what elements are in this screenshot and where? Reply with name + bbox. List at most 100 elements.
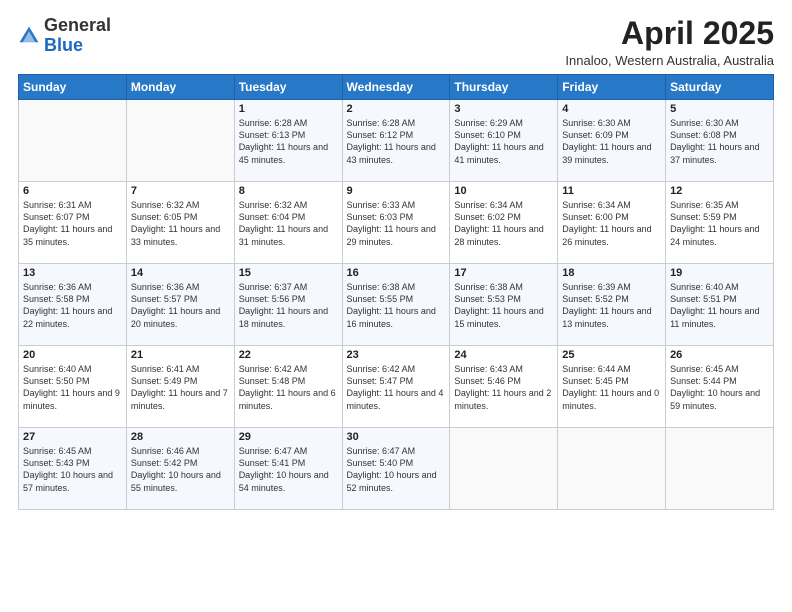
- day-number: 19: [670, 267, 769, 279]
- day-number: 30: [347, 431, 446, 443]
- calendar-cell: 27Sunrise: 6:45 AM Sunset: 5:43 PM Dayli…: [19, 428, 127, 510]
- day-number: 15: [239, 267, 338, 279]
- day-info: Sunrise: 6:31 AM Sunset: 6:07 PM Dayligh…: [23, 199, 122, 248]
- day-info: Sunrise: 6:43 AM Sunset: 5:46 PM Dayligh…: [454, 363, 553, 412]
- calendar-cell: 26 Sunrise: 6:45 AM Sunset: 5:44 PM Dayli…: [666, 346, 774, 428]
- calendar-cell: 8 Sunrise: 6:32 AM Sunset: 6:04 PM Daylig…: [234, 182, 342, 264]
- day-number: 22: [239, 349, 338, 361]
- calendar-cell: 11 Sunrise: 6:34 AM Sunset: 6:00 PM Dayli…: [558, 182, 666, 264]
- day-number: 29: [239, 431, 338, 443]
- logo: General Blue: [18, 16, 111, 56]
- calendar-cell: 2 Sunrise: 6:28 AM Sunset: 6:12 PM Daylig…: [342, 100, 450, 182]
- day-info: Sunrise: 6:32 AM Sunset: 6:05 PM Dayligh…: [131, 199, 230, 248]
- day-number: 3: [454, 103, 553, 115]
- day-number: 27: [23, 431, 122, 443]
- day-info: Sunrise: 6:42 AM Sunset: 5:48 PM Dayligh…: [239, 363, 338, 412]
- day-number: 4: [562, 103, 661, 115]
- day-info: Sunrise: 6:39 AM Sunset: 5:52 PM Dayligh…: [562, 281, 661, 330]
- day-info: Sunrise: 6:36 AM Sunset: 5:57 PM Dayligh…: [131, 281, 230, 330]
- month-title: April 2025: [565, 16, 774, 51]
- day-number: 17: [454, 267, 553, 279]
- week-row-5: 27Sunrise: 6:45 AM Sunset: 5:43 PM Dayli…: [19, 428, 774, 510]
- col-thursday: Thursday: [450, 75, 558, 100]
- day-info: Sunrise: 6:47 AM Sunset: 5:41 PM Dayligh…: [239, 445, 338, 494]
- calendar-cell: 21Sunrise: 6:41 AM Sunset: 5:49 PM Dayli…: [126, 346, 234, 428]
- calendar-cell: 13Sunrise: 6:36 AM Sunset: 5:58 PM Dayli…: [19, 264, 127, 346]
- day-number: 13: [23, 267, 122, 279]
- week-row-3: 13Sunrise: 6:36 AM Sunset: 5:58 PM Dayli…: [19, 264, 774, 346]
- day-number: 10: [454, 185, 553, 197]
- day-info: Sunrise: 6:44 AM Sunset: 5:45 PM Dayligh…: [562, 363, 661, 412]
- calendar-cell: 7 Sunrise: 6:32 AM Sunset: 6:05 PM Daylig…: [126, 182, 234, 264]
- calendar-table: Sunday Monday Tuesday Wednesday Thursday…: [18, 74, 774, 510]
- day-info: Sunrise: 6:42 AM Sunset: 5:47 PM Dayligh…: [347, 363, 446, 412]
- day-info: Sunrise: 6:40 AM Sunset: 5:51 PM Dayligh…: [670, 281, 769, 330]
- calendar-cell: 17 Sunrise: 6:38 AM Sunset: 5:53 PM Dayli…: [450, 264, 558, 346]
- day-info: Sunrise: 6:34 AM Sunset: 6:02 PM Dayligh…: [454, 199, 553, 248]
- day-number: 28: [131, 431, 230, 443]
- day-info: Sunrise: 6:47 AM Sunset: 5:40 PM Dayligh…: [347, 445, 446, 494]
- calendar-cell: 24 Sunrise: 6:43 AM Sunset: 5:46 PM Dayli…: [450, 346, 558, 428]
- day-number: 8: [239, 185, 338, 197]
- day-number: 6: [23, 185, 122, 197]
- calendar-cell: 25 Sunrise: 6:44 AM Sunset: 5:45 PM Dayli…: [558, 346, 666, 428]
- calendar-cell: 5Sunrise: 6:30 AM Sunset: 6:08 PM Daylig…: [666, 100, 774, 182]
- day-info: Sunrise: 6:37 AM Sunset: 5:56 PM Dayligh…: [239, 281, 338, 330]
- calendar-cell: [558, 428, 666, 510]
- calendar-cell: [450, 428, 558, 510]
- calendar-cell: 12Sunrise: 6:35 AM Sunset: 5:59 PM Dayli…: [666, 182, 774, 264]
- logo-blue: Blue: [44, 35, 83, 55]
- calendar-cell: [19, 100, 127, 182]
- calendar-cell: [126, 100, 234, 182]
- calendar-cell: 29 Sunrise: 6:47 AM Sunset: 5:41 PM Dayli…: [234, 428, 342, 510]
- day-info: Sunrise: 6:35 AM Sunset: 5:59 PM Dayligh…: [670, 199, 769, 248]
- week-row-1: 1Sunrise: 6:28 AM Sunset: 6:13 PM Daylig…: [19, 100, 774, 182]
- logo-icon: [18, 25, 40, 47]
- day-info: Sunrise: 6:28 AM Sunset: 6:12 PM Dayligh…: [347, 117, 446, 166]
- location-subtitle: Innaloo, Western Australia, Australia: [565, 53, 774, 68]
- day-number: 1: [239, 103, 338, 115]
- day-info: Sunrise: 6:45 AM Sunset: 5:44 PM Dayligh…: [670, 363, 769, 412]
- calendar-cell: 14 Sunrise: 6:36 AM Sunset: 5:57 PM Dayli…: [126, 264, 234, 346]
- day-number: 7: [131, 185, 230, 197]
- day-info: Sunrise: 6:30 AM Sunset: 6:09 PM Dayligh…: [562, 117, 661, 166]
- calendar-cell: 23 Sunrise: 6:42 AM Sunset: 5:47 PM Dayli…: [342, 346, 450, 428]
- calendar-cell: 3 Sunrise: 6:29 AM Sunset: 6:10 PM Daylig…: [450, 100, 558, 182]
- day-number: 23: [347, 349, 446, 361]
- title-block: April 2025 Innaloo, Western Australia, A…: [565, 16, 774, 68]
- day-number: 18: [562, 267, 661, 279]
- calendar-cell: 15 Sunrise: 6:37 AM Sunset: 5:56 PM Dayli…: [234, 264, 342, 346]
- day-info: Sunrise: 6:34 AM Sunset: 6:00 PM Dayligh…: [562, 199, 661, 248]
- calendar-cell: 28Sunrise: 6:46 AM Sunset: 5:42 PM Dayli…: [126, 428, 234, 510]
- calendar-cell: 10 Sunrise: 6:34 AM Sunset: 6:02 PM Dayli…: [450, 182, 558, 264]
- week-row-4: 20Sunrise: 6:40 AM Sunset: 5:50 PM Dayli…: [19, 346, 774, 428]
- day-number: 24: [454, 349, 553, 361]
- day-info: Sunrise: 6:29 AM Sunset: 6:10 PM Dayligh…: [454, 117, 553, 166]
- day-info: Sunrise: 6:38 AM Sunset: 5:53 PM Dayligh…: [454, 281, 553, 330]
- calendar-cell: 9Sunrise: 6:33 AM Sunset: 6:03 PM Daylig…: [342, 182, 450, 264]
- day-number: 2: [347, 103, 446, 115]
- logo-general: General: [44, 15, 111, 35]
- calendar-cell: [666, 428, 774, 510]
- day-number: 14: [131, 267, 230, 279]
- day-number: 5: [670, 103, 769, 115]
- calendar-cell: 6 Sunrise: 6:31 AM Sunset: 6:07 PM Daylig…: [19, 182, 127, 264]
- day-info: Sunrise: 6:33 AM Sunset: 6:03 PM Dayligh…: [347, 199, 446, 248]
- calendar-cell: 19 Sunrise: 6:40 AM Sunset: 5:51 PM Dayli…: [666, 264, 774, 346]
- calendar-cell: 22 Sunrise: 6:42 AM Sunset: 5:48 PM Dayli…: [234, 346, 342, 428]
- day-info: Sunrise: 6:32 AM Sunset: 6:04 PM Dayligh…: [239, 199, 338, 248]
- day-number: 26: [670, 349, 769, 361]
- day-info: Sunrise: 6:38 AM Sunset: 5:55 PM Dayligh…: [347, 281, 446, 330]
- day-info: Sunrise: 6:41 AM Sunset: 5:49 PM Dayligh…: [131, 363, 230, 412]
- calendar-cell: 18 Sunrise: 6:39 AM Sunset: 5:52 PM Dayli…: [558, 264, 666, 346]
- calendar-cell: 16Sunrise: 6:38 AM Sunset: 5:55 PM Dayli…: [342, 264, 450, 346]
- calendar-cell: 4 Sunrise: 6:30 AM Sunset: 6:09 PM Daylig…: [558, 100, 666, 182]
- calendar-header-row: Sunday Monday Tuesday Wednesday Thursday…: [19, 75, 774, 100]
- col-tuesday: Tuesday: [234, 75, 342, 100]
- day-number: 25: [562, 349, 661, 361]
- col-monday: Monday: [126, 75, 234, 100]
- logo-text: General Blue: [44, 16, 111, 56]
- col-sunday: Sunday: [19, 75, 127, 100]
- day-number: 11: [562, 185, 661, 197]
- calendar-cell: 30 Sunrise: 6:47 AM Sunset: 5:40 PM Dayli…: [342, 428, 450, 510]
